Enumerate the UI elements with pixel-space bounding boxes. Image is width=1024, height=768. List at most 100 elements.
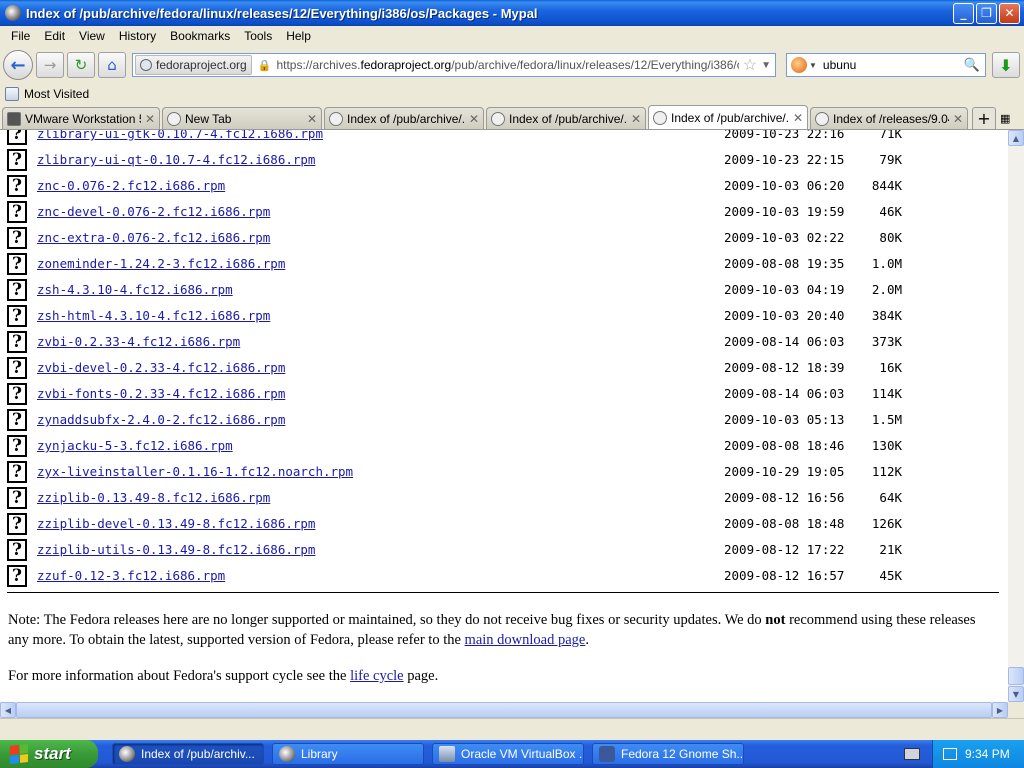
menu-view[interactable]: View (72, 29, 112, 43)
minimize-button[interactable]: _ (953, 2, 974, 24)
menu-bookmarks[interactable]: Bookmarks (163, 29, 237, 43)
file-link[interactable]: znc-devel-0.076-2.fc12.i686.rpm (37, 204, 270, 219)
mypal-icon (5, 5, 21, 21)
file-link[interactable]: zziplib-utils-0.13.49-8.fc12.i686.rpm (37, 542, 315, 557)
menu-tools[interactable]: Tools (237, 29, 279, 43)
tab-index-2[interactable]: Index of /pub/archive/... ✕ (486, 107, 646, 129)
close-tab-icon[interactable]: ✕ (307, 112, 317, 126)
new-tab-button[interactable]: + (972, 107, 996, 129)
table-row: ? zvbi-fonts-0.2.33-4.fc12.i686.rpm 2009-0… (0, 380, 1008, 406)
forward-button[interactable]: → (36, 52, 64, 78)
unknown-file-icon: ? (7, 279, 27, 301)
tab-index-releases[interactable]: Index of /releases/9.04 ✕ (810, 107, 968, 129)
search-icon[interactable]: 🔍 (964, 57, 980, 73)
keyboard-icon[interactable] (904, 748, 920, 760)
table-row: ? zzuf-0.12-3.fc12.i686.rpm 2009-08-12 16:… (0, 562, 1008, 588)
file-link[interactable]: zsh-html-4.3.10-4.fc12.i686.rpm (37, 308, 270, 323)
file-link[interactable]: zziplib-0.13.49-8.fc12.i686.rpm (37, 490, 270, 505)
file-link[interactable]: zynaddsubfx-2.4.0-2.fc12.i686.rpm (37, 412, 285, 427)
file-link[interactable]: zsh-4.3.10-4.fc12.i686.rpm (37, 282, 233, 297)
menu-help[interactable]: Help (279, 29, 318, 43)
most-visited-folder[interactable]: Most Visited (24, 87, 89, 101)
download-button[interactable]: ⬇ (992, 52, 1020, 78)
network-icon[interactable] (943, 748, 957, 760)
file-link[interactable]: znc-extra-0.076-2.fc12.i686.rpm (37, 230, 270, 245)
horizontal-scroll-thumb[interactable] (16, 702, 992, 718)
close-tab-icon[interactable]: ✕ (631, 112, 641, 126)
file-link[interactable]: zynjacku-5-3.fc12.i686.rpm (37, 438, 233, 453)
file-size: 130K (871, 438, 902, 453)
taskbar-item-label: Oracle VM VirtualBox ... (461, 747, 584, 761)
file-link[interactable]: zvbi-fonts-0.2.33-4.fc12.i686.rpm (37, 386, 285, 401)
scroll-down-icon[interactable]: ▼ (1008, 686, 1024, 702)
file-link[interactable]: zvbi-0.2.33-4.fc12.i686.rpm (37, 334, 240, 349)
taskbar-item-fedora[interactable]: Fedora 12 Gnome Sh... (592, 743, 744, 765)
file-link[interactable]: zlibrary-ui-qt-0.10.7-4.fc12.i686.rpm (37, 152, 315, 167)
url-text[interactable]: https://archives.fedoraproject.org/pub/a… (276, 58, 738, 72)
tab-index-1[interactable]: Index of /pub/archive/... ✕ (324, 107, 484, 129)
table-row: ? zvbi-devel-0.2.33-4.fc12.i686.rpm 2009-0… (0, 354, 1008, 380)
taskbar-item-virtualbox[interactable]: Oracle VM VirtualBox ... (432, 743, 584, 765)
clock[interactable]: 9:34 PM (965, 747, 1010, 761)
menu-history[interactable]: History (112, 29, 163, 43)
file-link[interactable]: zzuf-0.12-3.fc12.i686.rpm (37, 568, 225, 583)
grid-icon: ▦ (1000, 111, 1011, 125)
main-download-page-link[interactable]: main download page (465, 632, 586, 648)
list-all-tabs-button[interactable]: ▦ (1000, 107, 1010, 129)
note-text: For more information about Fedora's supp… (8, 668, 351, 684)
search-box[interactable]: ▼ ubunu 🔍 (786, 53, 986, 77)
file-link[interactable]: zoneminder-1.24.2-3.fc12.i686.rpm (37, 256, 285, 271)
file-link[interactable]: zlibrary-ui-gtk-0.10.7-4.fc12.i686.rpm (37, 130, 323, 141)
chevron-down-icon[interactable]: ▼ (809, 61, 817, 70)
unknown-file-icon: ? (7, 487, 27, 509)
close-tab-icon[interactable]: ✕ (469, 112, 479, 126)
taskbar-item-mypal[interactable]: Index of /pub/archiv... (112, 743, 264, 765)
menu-file[interactable]: File (4, 29, 37, 43)
file-listing: ? zlibrary-ui-gtk-0.10.7-4.fc12.i686.rpm 2… (0, 130, 1008, 588)
scroll-right-icon[interactable]: ▶ (992, 702, 1008, 718)
maximize-button[interactable]: ❐ (976, 2, 997, 24)
horizontal-scrollbar[interactable]: ◀ ▶ (0, 702, 1008, 718)
close-tab-icon[interactable]: ✕ (793, 111, 803, 125)
history-dropdown-icon[interactable]: ▼ (761, 60, 771, 71)
file-link[interactable]: zyx-liveinstaller-0.1.16-1.fc12.noarch.r… (37, 464, 353, 479)
home-button[interactable]: ⌂ (98, 52, 126, 78)
file-size: 2.0M (871, 282, 902, 297)
file-link[interactable]: zvbi-devel-0.2.33-4.fc12.i686.rpm (37, 360, 285, 375)
scroll-left-icon[interactable]: ◀ (0, 702, 16, 718)
file-size: 844K (871, 178, 902, 193)
close-tab-icon[interactable]: ✕ (953, 112, 963, 126)
table-row: ? zyx-liveinstaller-0.1.16-1.fc12.noarch.… (0, 458, 1008, 484)
file-date: 2009-08-12 16:56 (724, 490, 845, 505)
site-identity-button[interactable]: fedoraproject.org (135, 55, 252, 75)
back-button[interactable]: ← (3, 50, 33, 80)
close-button[interactable]: ✕ (999, 2, 1020, 24)
search-engine-icon[interactable] (791, 57, 807, 73)
tab-new-tab[interactable]: New Tab ✕ (162, 107, 322, 129)
vertical-scroll-thumb[interactable] (1008, 667, 1024, 685)
start-button[interactable]: start (0, 740, 98, 768)
file-date: 2009-08-08 19:35 (724, 256, 845, 271)
menu-edit[interactable]: Edit (37, 29, 72, 43)
life-cycle-link[interactable]: life cycle (350, 668, 404, 684)
file-date: 2009-10-03 02:22 (724, 230, 845, 245)
reload-button[interactable]: ↻ (67, 52, 95, 78)
search-input[interactable]: ubunu (823, 58, 964, 72)
tab-vmware[interactable]: VMware Workstation 5... ✕ (2, 107, 160, 129)
tab-index-active[interactable]: Index of /pub/archive/... ✕ (648, 105, 808, 129)
table-row: ? zvbi-0.2.33-4.fc12.i686.rpm 2009-08-14 0… (0, 328, 1008, 354)
taskbar-item-library[interactable]: Library (272, 743, 424, 765)
file-link[interactable]: zziplib-devel-0.13.49-8.fc12.i686.rpm (37, 516, 315, 531)
vertical-scrollbar[interactable]: ▲ ▼ (1008, 130, 1024, 702)
file-date: 2009-10-03 05:13 (724, 412, 845, 427)
scroll-up-icon[interactable]: ▲ (1008, 130, 1024, 146)
unknown-file-icon: ? (7, 461, 27, 483)
table-row: ? zziplib-utils-0.13.49-8.fc12.i686.rpm 20… (0, 536, 1008, 562)
table-row: ? zlibrary-ui-qt-0.10.7-4.fc12.i686.rpm 20… (0, 146, 1008, 172)
file-size: 71K (879, 130, 902, 141)
file-link[interactable]: znc-0.076-2.fc12.i686.rpm (37, 178, 225, 193)
close-tab-icon[interactable]: ✕ (145, 112, 155, 126)
url-bar[interactable]: fedoraproject.org 🔒 https://archives.fed… (132, 53, 776, 77)
bookmark-star-icon[interactable]: ☆ (743, 55, 757, 75)
table-row: ? zlibrary-ui-gtk-0.10.7-4.fc12.i686.rpm 2… (0, 130, 1008, 146)
